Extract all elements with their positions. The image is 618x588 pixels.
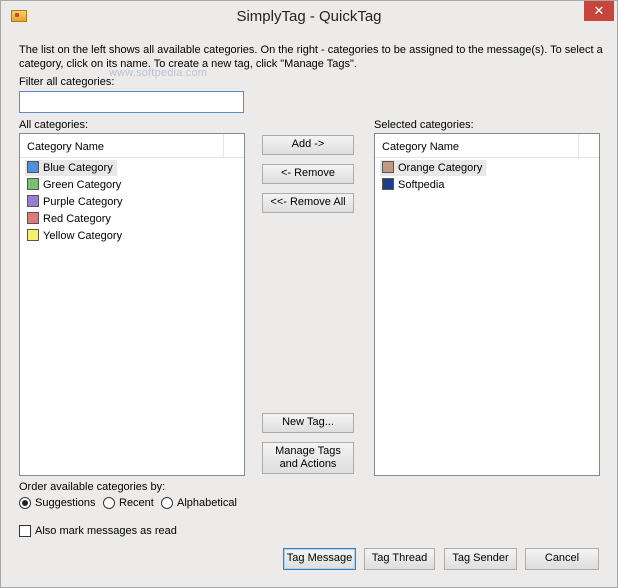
all-categories-header[interactable]: Category Name [20, 134, 244, 158]
column-header-category-name[interactable]: Category Name [382, 141, 459, 153]
radio-suggestions[interactable] [19, 497, 31, 509]
also-mark-read-label[interactable]: Also mark messages as read [35, 525, 177, 537]
color-swatch-icon [27, 161, 39, 173]
description-text: The list on the left shows all available… [19, 44, 603, 70]
column-divider [223, 134, 224, 158]
list-item-label: Blue Category [43, 162, 113, 174]
radio-suggestions-label[interactable]: Suggestions [35, 497, 96, 509]
color-swatch-icon [27, 212, 39, 224]
tag-message-button[interactable]: Tag Message [283, 548, 356, 570]
color-swatch-icon [382, 161, 394, 173]
color-swatch-icon [27, 178, 39, 190]
remove-button[interactable]: <- Remove [262, 164, 354, 184]
list-item-label: Yellow Category [43, 230, 123, 242]
list-item-red-category[interactable]: Red Category [25, 211, 115, 227]
list-item-softpedia[interactable]: Softpedia [380, 177, 448, 193]
watermark: www.softpedia.com [109, 67, 208, 79]
column-header-category-name[interactable]: Category Name [27, 141, 104, 153]
list-item-orange-category[interactable]: Orange Category [380, 160, 487, 176]
tag-sender-button[interactable]: Tag Sender [444, 548, 517, 570]
quicktag-window: SimplyTag - QuickTag ✕ The list on the l… [0, 0, 618, 588]
list-item-label: Green Category [43, 179, 122, 191]
title-bar: SimplyTag - QuickTag ✕ [1, 1, 617, 31]
radio-alphabetical-label[interactable]: Alphabetical [177, 497, 237, 509]
list-item-purple-category[interactable]: Purple Category [25, 194, 127, 210]
selected-categories-list[interactable]: Category Name Orange Category Softpedia [374, 133, 600, 476]
column-divider [578, 134, 579, 158]
filter-label: Filter all categories: [19, 76, 115, 88]
list-item-blue-category[interactable]: Blue Category [25, 160, 117, 176]
selected-categories-label: Selected categories: [374, 119, 474, 131]
list-item-label: Purple Category [43, 196, 123, 208]
manage-tags-button[interactable]: Manage Tags and Actions [262, 442, 354, 474]
window-title: SimplyTag - QuickTag [236, 8, 382, 25]
color-swatch-icon [27, 195, 39, 207]
cancel-button[interactable]: Cancel [525, 548, 599, 570]
radio-recent-label[interactable]: Recent [119, 497, 154, 509]
radio-recent[interactable] [103, 497, 115, 509]
list-item-green-category[interactable]: Green Category [25, 177, 125, 193]
radio-alphabetical[interactable] [161, 497, 173, 509]
list-item-label: Orange Category [398, 162, 483, 174]
new-tag-button[interactable]: New Tag... [262, 413, 354, 433]
list-item-label: Softpedia [398, 179, 445, 191]
list-item-label: Red Category [43, 213, 111, 225]
selected-categories-header[interactable]: Category Name [375, 134, 599, 158]
filter-input[interactable] [19, 91, 244, 113]
color-swatch-icon [27, 229, 39, 241]
all-categories-list[interactable]: Category Name Blue Category Green Catego… [19, 133, 245, 476]
color-swatch-icon [382, 178, 394, 190]
order-label: Order available categories by: [19, 481, 166, 493]
close-icon: ✕ [593, 3, 605, 18]
add-button[interactable]: Add -> [262, 135, 354, 155]
also-mark-read-checkbox[interactable] [19, 525, 31, 537]
all-categories-label: All categories: [19, 119, 89, 131]
close-button[interactable]: ✕ [584, 1, 614, 21]
remove-all-button[interactable]: <<- Remove All [262, 193, 354, 213]
list-item-yellow-category[interactable]: Yellow Category [25, 228, 126, 244]
tag-thread-button[interactable]: Tag Thread [364, 548, 435, 570]
